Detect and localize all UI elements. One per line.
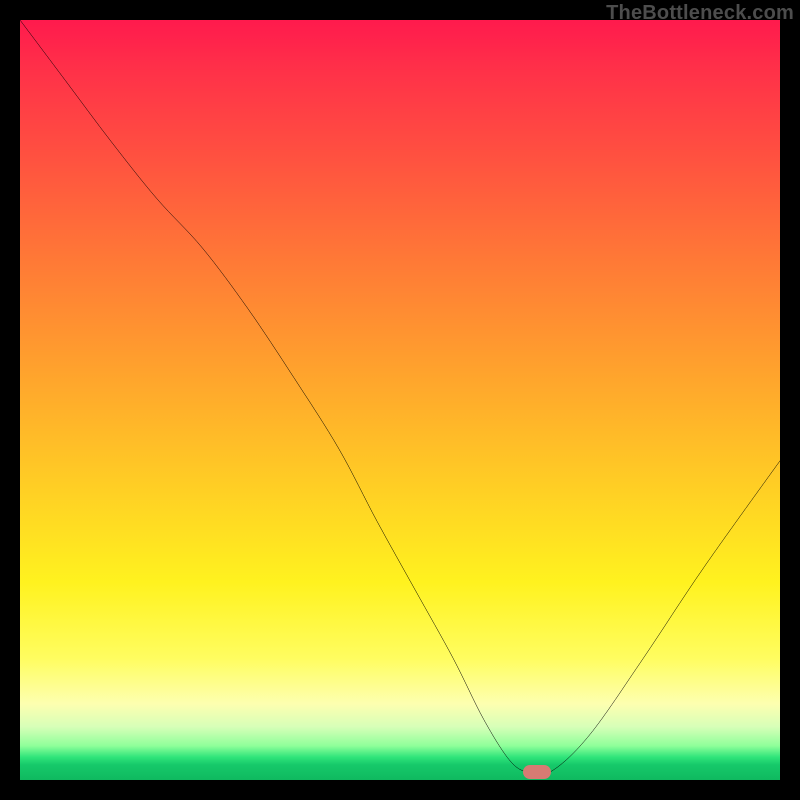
bottleneck-curve [20,20,780,780]
chart-stage: TheBottleneck.com [0,0,800,800]
bottleneck-curve-path [20,20,780,775]
plot-area [20,20,780,780]
optimum-marker [523,765,551,779]
